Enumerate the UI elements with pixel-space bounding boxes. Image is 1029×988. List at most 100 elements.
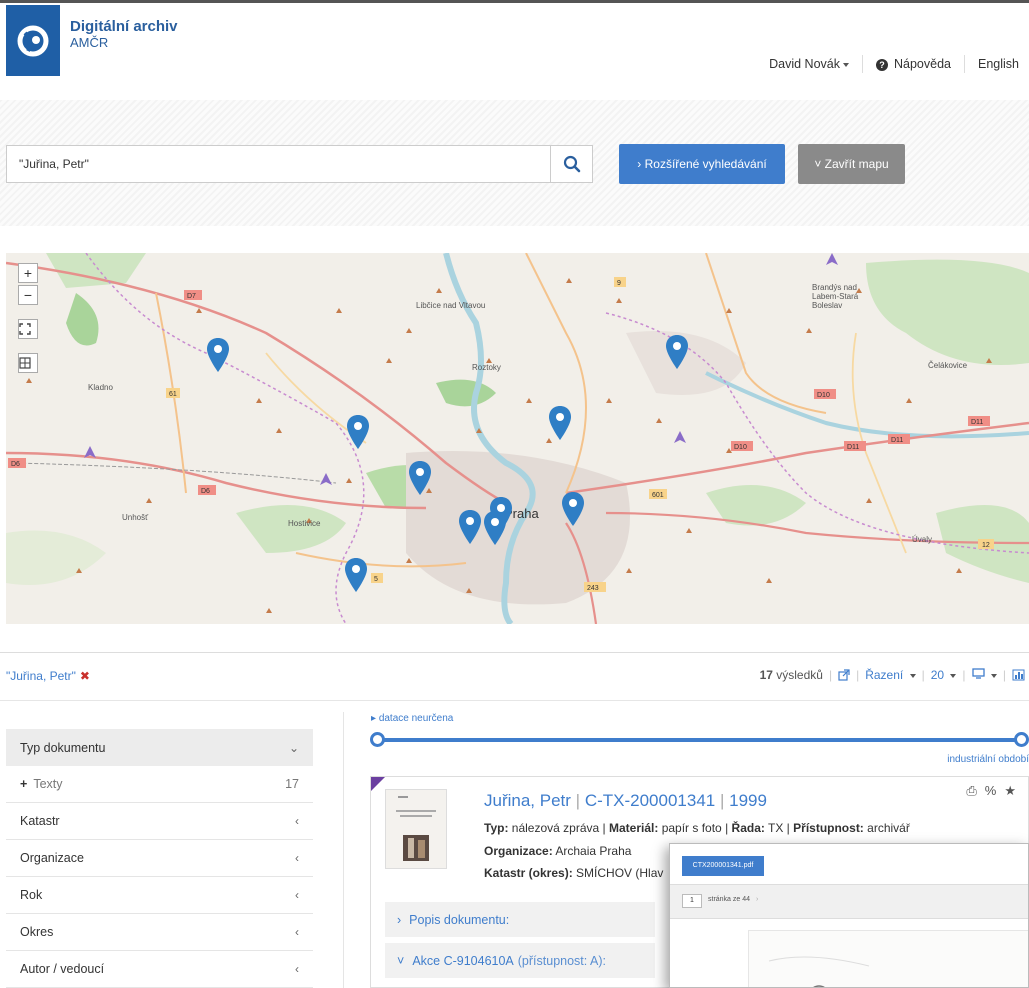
chevron-down-icon: ˅ xyxy=(397,953,405,968)
map-label-hostivice: Hostivice xyxy=(288,519,321,528)
results-count: 17 xyxy=(759,668,773,682)
pdf-page-count: stránka ze 44 › xyxy=(708,896,759,903)
zoom-out-button[interactable]: − xyxy=(18,285,38,305)
result-title[interactable]: Juřina, Petr | C-TX-200001341 | 1999 xyxy=(484,791,767,811)
pdf-page-preview[interactable] xyxy=(748,930,1028,987)
facet-document-type[interactable]: Typ dokumentu ⌄ xyxy=(6,729,313,766)
results-map[interactable]: D7 D6 D6 61 D10 D10 D11 D11 D11 601 243 … xyxy=(6,253,1029,624)
svg-text:D7: D7 xyxy=(187,293,196,300)
caret-down-icon xyxy=(909,673,916,678)
advanced-search-button[interactable]: › Rozšířené vyhledávání xyxy=(619,144,785,184)
zoom-in-button[interactable]: + xyxy=(18,263,38,283)
search-band: "Juřina, Petr" › Rozšířené vyhledávání ˅… xyxy=(0,100,1029,226)
map-label-unhost: Unhošť xyxy=(122,513,149,522)
svg-text:61: 61 xyxy=(169,391,177,398)
pdf-page-input[interactable]: 1 xyxy=(682,894,702,908)
caret-down-icon xyxy=(950,673,957,678)
map-label-brandys: Brandýs nad Labem-Stará Boleslav xyxy=(812,283,859,310)
facet-autor[interactable]: Autor / vedoucí ‹ xyxy=(6,951,313,988)
divider xyxy=(964,55,965,73)
question-icon: ? xyxy=(876,59,888,71)
facet-organizace[interactable]: Organizace ‹ xyxy=(6,840,313,877)
chevron-right-icon: › xyxy=(397,912,402,927)
divider xyxy=(0,652,1029,653)
svg-text:243: 243 xyxy=(587,585,599,592)
chevron-left-icon: ‹ xyxy=(295,888,299,902)
facet-item-texty[interactable]: + Texty 17 xyxy=(6,766,313,803)
document-description-toggle[interactable]: › Popis dokumentu: xyxy=(385,902,655,937)
timeline-start-handle[interactable] xyxy=(370,732,385,747)
top-navigation: David Novák ? Nápověda English xyxy=(769,55,1019,73)
chevron-down-icon: ⌄ xyxy=(288,740,299,755)
chart-icon[interactable] xyxy=(1012,669,1025,681)
result-organization: Organizace: Archaia Praha xyxy=(484,844,632,858)
map-marker[interactable] xyxy=(561,492,585,526)
map-marker[interactable] xyxy=(458,510,482,544)
facet-katastr[interactable]: Katastr ‹ xyxy=(6,803,313,840)
map-label-roztoky: Roztoky xyxy=(472,363,501,372)
monitor-icon xyxy=(971,668,985,679)
map-label-celakovice: Čelákovice xyxy=(928,361,968,370)
map-marker[interactable] xyxy=(408,461,432,495)
document-thumbnail[interactable] xyxy=(385,789,447,869)
brand-title[interactable]: Digitální archiv xyxy=(70,18,178,35)
search-button[interactable] xyxy=(550,145,593,183)
fullscreen-button[interactable] xyxy=(18,319,38,339)
per-page-dropdown[interactable]: 20 xyxy=(931,668,957,682)
map-marker[interactable] xyxy=(206,338,230,372)
grid-icon xyxy=(19,357,31,369)
svg-text:9: 9 xyxy=(617,280,621,287)
search-input[interactable]: "Juřina, Petr" xyxy=(6,145,551,183)
facet-rok[interactable]: Rok ‹ xyxy=(6,877,313,914)
chevron-right-icon[interactable]: › xyxy=(756,896,758,903)
result-meta-line: Typ: nálezová zpráva | Materiál: papír s… xyxy=(484,821,910,835)
chevron-left-icon: ‹ xyxy=(295,814,299,828)
pdf-viewer: CTX200001341.pdf 1 stránka ze 44 › xyxy=(669,843,1029,988)
amcr-logo[interactable] xyxy=(6,5,60,76)
external-link-icon[interactable] xyxy=(838,669,850,681)
map-label-uvaly: Úvaly xyxy=(912,535,933,544)
pdf-file-tab[interactable]: CTX200001341.pdf xyxy=(682,856,764,876)
star-icon[interactable]: ★ xyxy=(1004,783,1024,798)
divider xyxy=(862,55,863,73)
divider xyxy=(343,712,344,988)
sort-dropdown[interactable]: Řazení xyxy=(865,668,916,682)
map-marker-icon xyxy=(347,415,369,449)
svg-text:D10: D10 xyxy=(817,392,830,399)
print-icon[interactable]: ⎙ xyxy=(966,783,984,798)
active-filter-tag: "Juřina, Petr" ✖ xyxy=(6,669,90,683)
map-marker-icon xyxy=(459,510,481,544)
map-marker[interactable] xyxy=(665,335,689,369)
divider xyxy=(0,700,1029,701)
svg-text:D11: D11 xyxy=(847,444,859,451)
facet-sidebar: Typ dokumentu ⌄ + Texty 17 Katastr ‹ Organiz… xyxy=(6,729,313,988)
logo-icon xyxy=(17,25,49,56)
link-icon[interactable]: % xyxy=(985,783,1005,798)
map-marker[interactable] xyxy=(344,558,368,592)
timeline-end-label: industriální období xyxy=(947,754,1029,765)
map-marker[interactable] xyxy=(548,406,572,440)
map-label-libcice: Libčice nad Vltavou xyxy=(416,301,486,310)
plus-icon: + xyxy=(20,777,28,791)
remove-filter-icon[interactable]: ✖ xyxy=(80,669,90,683)
map-marker-icon xyxy=(484,511,506,545)
layers-button[interactable] xyxy=(18,353,38,373)
card-actions: ⎙%★ xyxy=(966,783,1024,799)
display-mode-dropdown[interactable] xyxy=(971,668,997,682)
map-marker-icon xyxy=(666,335,688,369)
caret-down-icon xyxy=(843,62,849,67)
help-link[interactable]: ? Nápověda xyxy=(876,57,951,71)
user-menu[interactable]: David Novák xyxy=(769,57,849,71)
map-marker[interactable] xyxy=(346,415,370,449)
close-map-button[interactable]: ˅ Zavřít mapu xyxy=(798,144,905,184)
card-corner-marker xyxy=(371,777,385,791)
map-marker-icon xyxy=(409,461,431,495)
language-link[interactable]: English xyxy=(978,57,1019,71)
map-marker[interactable] xyxy=(483,511,507,545)
brand-subtitle: AMČR xyxy=(70,35,109,50)
header: Digitální archiv AMČR David Novák ? Nápov… xyxy=(0,3,1029,100)
event-toggle[interactable]: ˅ Akce C-9104610A (přístupnost: A): xyxy=(385,943,655,978)
svg-text:D10: D10 xyxy=(734,444,747,451)
facet-okres[interactable]: Okres ‹ xyxy=(6,914,313,951)
timeline-end-handle[interactable] xyxy=(1014,732,1029,747)
